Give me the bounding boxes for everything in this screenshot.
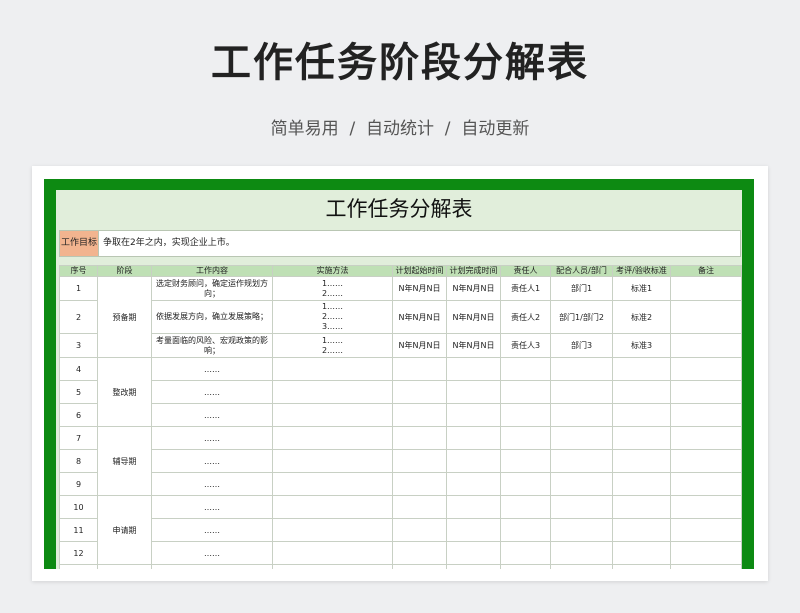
dept-cell: 部门1 xyxy=(550,276,613,301)
method-cell: 1…… 2…… xyxy=(272,333,393,358)
page-subtitle: 简单易用 / 自动统计 / 自动更新 xyxy=(270,119,530,139)
stage-cell: 申请期 xyxy=(97,495,152,565)
standard-cell: 标准2 xyxy=(612,300,671,334)
method-cell: 1…… 2…… xyxy=(272,276,393,301)
end-cell: N年N月N日 xyxy=(446,300,501,334)
end-cell: N年N月N日 xyxy=(446,276,501,301)
note-cell xyxy=(670,276,742,301)
col-header: 阶段 xyxy=(97,265,152,277)
content-cell: …… xyxy=(151,403,273,427)
content-cell: …… xyxy=(151,426,273,450)
stage-cell: 辅导期 xyxy=(97,426,152,496)
content-cell: …… xyxy=(151,380,273,404)
row-number: 2 xyxy=(59,300,98,334)
row-number: 9 xyxy=(59,472,98,496)
content-cell: 考量面临的风险、宏观政策的影响； xyxy=(151,333,273,358)
row-number: 10 xyxy=(59,495,98,519)
content-cell: …… xyxy=(151,472,273,496)
row-number: 11 xyxy=(59,518,98,542)
spreadsheet-preview: 工作任务分解表 工作目标 争取在2年之内，实现企业上市。 序号 阶段 工作内容 … xyxy=(44,179,754,569)
goal-label: 工作目标 xyxy=(60,231,99,256)
col-header: 备注 xyxy=(670,265,742,277)
content-cell: …… xyxy=(151,518,273,542)
col-header: 配合人员/部门 xyxy=(550,265,613,277)
dept-cell: 部门3 xyxy=(550,333,613,358)
page-title: 工作任务阶段分解表 xyxy=(211,40,589,86)
owner-cell: 责任人2 xyxy=(500,300,551,334)
stage-cell: 整改期 xyxy=(97,357,152,427)
row-number: 7 xyxy=(59,426,98,450)
content-cell: …… xyxy=(151,495,273,519)
table-row: 3 考量面临的风险、宏观政策的影响； 1…… 2…… N年N月N日 N年N月N日… xyxy=(59,333,742,358)
owner-cell: 责任人3 xyxy=(500,333,551,358)
table-row: 9 …… xyxy=(59,472,742,496)
owner-cell: 责任人1 xyxy=(500,276,551,301)
col-header: 责任人 xyxy=(500,265,551,277)
table-row: 1 预备期 选定财务顾问，确定运作规划方向； 1…… 2…… N年N月N日 N年… xyxy=(59,276,742,358)
content-cell: 选定财务顾问，确定运作规划方向； xyxy=(151,276,273,301)
task-table: 序号 阶段 工作内容 实施方法 计划起始时间 计划完成时间 责任人 配合人员/部… xyxy=(59,265,742,569)
row-number: 6 xyxy=(59,403,98,427)
goal-text: 争取在2年之内，实现企业上市。 xyxy=(103,238,235,248)
stage-cell: 预备期 xyxy=(97,276,152,358)
row-number: 8 xyxy=(59,449,98,473)
sheet-title: 工作任务分解表 xyxy=(325,197,473,221)
row-number: 4 xyxy=(59,357,98,381)
table-row: 5 …… xyxy=(59,380,742,404)
table-row: 10 申请期 …… xyxy=(59,495,742,565)
row-number: 3 xyxy=(59,333,98,358)
standard-cell: 标准1 xyxy=(612,276,671,301)
method-cell: 1…… 2…… 3…… xyxy=(272,300,393,334)
table-header-row: 序号 阶段 工作内容 实施方法 计划起始时间 计划完成时间 责任人 配合人员/部… xyxy=(59,265,742,277)
col-header: 工作内容 xyxy=(151,265,273,277)
sheet-body: 工作任务分解表 工作目标 争取在2年之内，实现企业上市。 序号 阶段 工作内容 … xyxy=(56,190,742,569)
col-header: 实施方法 xyxy=(272,265,393,277)
content-cell: …… xyxy=(151,541,273,565)
table-row: 8 …… xyxy=(59,449,742,473)
end-cell: N年N月N日 xyxy=(446,333,501,358)
table-row: 11 …… xyxy=(59,518,742,542)
table-row: 12 …… xyxy=(59,541,742,565)
content-cell: 依据发展方向，确立发展策略； xyxy=(151,300,273,334)
row-number: 1 xyxy=(59,276,98,301)
content-cell: …… xyxy=(151,357,273,381)
row-number: 12 xyxy=(59,541,98,565)
col-header: 计划完成时间 xyxy=(446,265,501,277)
row-number: 5 xyxy=(59,380,98,404)
table-row xyxy=(59,564,742,569)
col-header: 考评/验收标准 xyxy=(612,265,671,277)
table-row: 4 整改期 …… xyxy=(59,357,742,427)
start-cell: N年N月N日 xyxy=(392,300,447,334)
start-cell: N年N月N日 xyxy=(392,276,447,301)
standard-cell: 标准3 xyxy=(612,333,671,358)
col-header: 序号 xyxy=(59,265,98,277)
dept-cell: 部门1/部门2 xyxy=(550,300,613,334)
note-cell xyxy=(670,333,742,358)
content-cell: …… xyxy=(151,449,273,473)
col-header: 计划起始时间 xyxy=(392,265,447,277)
goal-row: 工作目标 争取在2年之内，实现企业上市。 xyxy=(59,230,741,257)
table-row: 2 依据发展方向，确立发展策略； 1…… 2…… 3…… N年N月N日 N年N月… xyxy=(59,300,742,334)
note-cell xyxy=(670,300,742,334)
table-row: 7 辅导期 …… xyxy=(59,426,742,496)
table-row: 6 …… xyxy=(59,403,742,427)
start-cell: N年N月N日 xyxy=(392,333,447,358)
